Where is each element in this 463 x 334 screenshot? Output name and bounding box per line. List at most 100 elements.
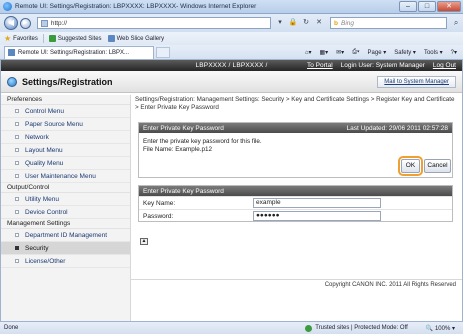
tab-remote-ui[interactable]: Remote UI: Settings/Registration: LBPX..…: [4, 45, 154, 59]
key-name-field[interactable]: example: [253, 198, 381, 208]
bing-logo-icon: b: [334, 19, 338, 27]
new-tab-button[interactable]: [156, 46, 170, 58]
sidebar-item-utility-menu[interactable]: Utility Menu: [1, 193, 130, 206]
key-name-label: Key Name:: [143, 199, 176, 207]
favorites-bar: ★ Favorites Suggested Sites Web Slice Ga…: [0, 32, 463, 45]
dialog-title: Enter Private Key Password: [143, 124, 224, 132]
ie-logo-icon: [3, 2, 12, 11]
mail-icon[interactable]: ✉▾: [336, 49, 344, 56]
sidebar-item-quality-menu[interactable]: Quality Menu: [1, 157, 130, 170]
dialog-header: Enter Private Key Password Last Updated:…: [139, 123, 452, 133]
url-text: http://: [50, 19, 68, 27]
safety-menu[interactable]: Safety ▾: [394, 49, 416, 56]
page-header: Settings/Registration Mail to System Man…: [1, 71, 462, 93]
login-user-text: Login User: System Manager: [340, 62, 425, 69]
logout-link[interactable]: Log Out: [433, 62, 456, 69]
dropdown-icon[interactable]: ▾: [275, 18, 285, 28]
cancel-button[interactable]: Cancel: [424, 159, 451, 173]
bullet-icon: [15, 174, 19, 178]
home-icon[interactable]: ⌂▾: [305, 49, 312, 56]
key-password-form: Enter Private Key Password Key Name: exa…: [138, 185, 453, 222]
web-slice-gallery-link[interactable]: Web Slice Gallery: [107, 35, 164, 42]
window-title: Remote UI: Settings/Registration: LBPXXX…: [15, 3, 257, 10]
stop-icon[interactable]: ✕: [314, 18, 324, 28]
bullet-icon: [15, 246, 19, 250]
search-input[interactable]: b Bing: [330, 17, 448, 29]
sidebar-item-layout-menu[interactable]: Layout Menu: [1, 144, 130, 157]
footer-copyright: Copyright CANON INC. 2011 All Rights Res…: [131, 279, 462, 289]
main-content: Settings/Registration: Management Settin…: [135, 96, 457, 245]
back-to-top-icon[interactable]: ▲: [140, 238, 148, 245]
sidebar-item-control-menu[interactable]: Control Menu: [1, 105, 130, 118]
status-bar: Done Trusted sites | Protected Mode: Off…: [0, 321, 463, 334]
status-done: Done: [4, 325, 19, 331]
address-bar: ◀ ▶ http:// ▾ 🔒 ↻ ✕ b Bing ⌕: [0, 14, 463, 32]
mail-to-manager-button[interactable]: Mail to System Manager: [377, 76, 456, 88]
help-icon[interactable]: ?▾: [451, 49, 457, 56]
url-field[interactable]: http://: [36, 17, 271, 29]
dialog-body: Enter the private key password for this …: [139, 133, 452, 159]
print-icon[interactable]: ⎙▾: [352, 49, 359, 56]
sidebar-section-output-control: Output/Control: [1, 183, 130, 193]
lock-icon[interactable]: 🔒: [288, 18, 298, 28]
bullet-icon: [15, 259, 19, 263]
tools-menu[interactable]: Tools ▾: [424, 49, 443, 56]
favorites-star-icon: ★: [4, 34, 12, 43]
minimize-button[interactable]: –: [399, 1, 417, 12]
to-portal-link[interactable]: To Portal: [307, 62, 333, 69]
back-button[interactable]: ◀: [4, 16, 18, 30]
sidebar-section-management-settings: Management Settings: [1, 219, 130, 229]
refresh-icon[interactable]: ↻: [301, 18, 311, 28]
bullet-icon: [15, 122, 19, 126]
tab-bar: Remote UI: Settings/Registration: LBPX..…: [0, 45, 463, 60]
bullet-icon: [15, 148, 19, 152]
settings-icon: [7, 76, 17, 87]
sidebar-item-license-other[interactable]: License/Other: [1, 255, 130, 268]
security-zone[interactable]: Trusted sites | Protected Mode: Off: [305, 324, 408, 332]
forward-button[interactable]: ▶: [19, 17, 31, 29]
sidebar-item-paper-source-menu[interactable]: Paper Source Menu: [1, 118, 130, 131]
ok-button[interactable]: OK: [398, 156, 423, 176]
password-dialog: Enter Private Key Password Last Updated:…: [138, 122, 453, 178]
tab-page-icon: [8, 49, 15, 56]
search-icon[interactable]: ⌕: [449, 17, 463, 29]
password-label: Password:: [143, 212, 174, 220]
search-placeholder: Bing: [340, 19, 354, 27]
sidebar-item-device-control[interactable]: Device Control: [1, 206, 130, 219]
trusted-sites-icon: [305, 324, 313, 332]
bullet-icon: [15, 135, 19, 139]
close-button[interactable]: ✕: [437, 1, 461, 12]
bullet-icon: [15, 210, 19, 214]
key-name-row: Key Name: example: [139, 196, 452, 209]
dialog-file-name: File Name: Example.p12: [143, 146, 212, 153]
bullet-icon: [15, 197, 19, 201]
sidebar-item-network[interactable]: Network: [1, 131, 130, 144]
page-menu[interactable]: Page ▾: [368, 49, 387, 56]
password-field[interactable]: ●●●●●●: [253, 211, 381, 221]
suggested-sites-icon: [48, 35, 56, 42]
sidebar-item-security[interactable]: Security: [1, 242, 130, 255]
form-header: Enter Private Key Password: [139, 186, 452, 196]
web-slice-icon: [107, 35, 115, 42]
command-bar: ⌂▾ ▦▾ ✉▾ ⎙▾ Page ▾ Safety ▾ Tools ▾ ?▾: [305, 49, 463, 56]
zoom-level[interactable]: 🔍 100% ▾: [426, 325, 455, 332]
page-content: LBPXXXX / LBPXXXX / To Portal Login User…: [0, 60, 463, 321]
page-title: Settings/Registration: [22, 76, 113, 87]
bullet-icon: [15, 233, 19, 237]
suggested-sites-link[interactable]: Suggested Sites: [48, 35, 102, 42]
device-band: LBPXXXX / LBPXXXX / To Portal Login User…: [1, 60, 462, 71]
window-titlebar: Remote UI: Settings/Registration: LBPXXX…: [0, 0, 463, 14]
password-row: Password: ●●●●●●: [139, 209, 452, 222]
last-updated: Last Updated: 29/06 2011 02:57:28: [346, 124, 448, 132]
breadcrumb: Settings/Registration: Management Settin…: [135, 96, 455, 111]
sidebar-item-department-id-management[interactable]: Department ID Management: [1, 229, 130, 242]
sidebar-section-preferences: Preferences: [1, 95, 130, 105]
maximize-button[interactable]: □: [418, 1, 436, 12]
feeds-icon[interactable]: ▦▾: [319, 49, 328, 56]
favorites-button[interactable]: Favorites: [13, 36, 38, 42]
page-icon: [40, 19, 48, 27]
form-title: Enter Private Key Password: [143, 187, 224, 195]
sidebar-item-user-maintenance-menu[interactable]: User Maintenance Menu: [1, 170, 130, 183]
sidebar: Preferences Control Menu Paper Source Me…: [1, 95, 131, 321]
bullet-icon: [15, 109, 19, 113]
